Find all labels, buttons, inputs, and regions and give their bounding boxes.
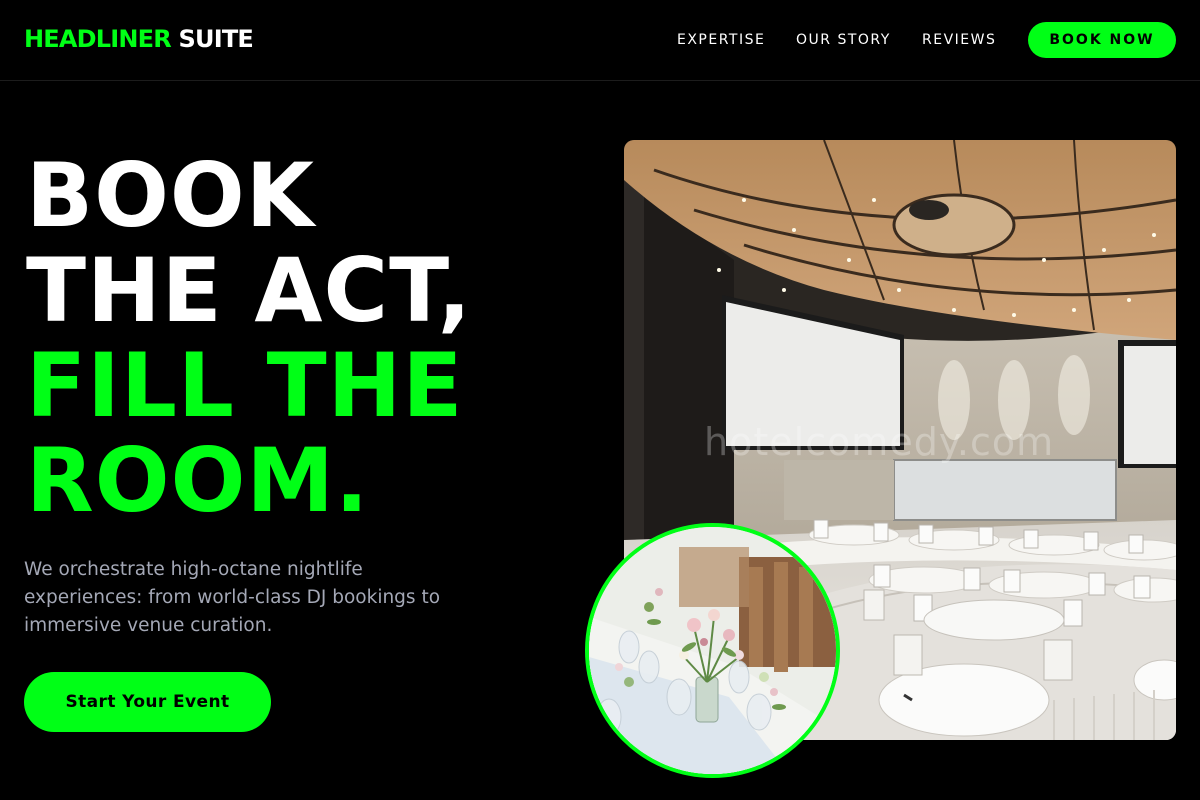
nav-link-expertise[interactable]: EXPERTISE <box>677 31 765 49</box>
page: HEADLINER SUITE EXPERTISE OUR STORY REVI… <box>0 0 1200 800</box>
nav-link-reviews[interactable]: REVIEWS <box>922 31 996 49</box>
book-now-button[interactable]: BOOK NOW <box>1028 22 1176 58</box>
brand-name-accent: HEADLINER <box>24 25 172 53</box>
headline-line-3: FILL THE <box>26 334 464 437</box>
brand-name-suffix: SUITE <box>178 25 254 53</box>
hero-description: We orchestrate high-octane nightlife exp… <box>24 559 441 636</box>
brand-logo[interactable]: HEADLINER SUITE <box>24 24 254 54</box>
table-flowers-image <box>585 523 840 778</box>
nav-link-our-story[interactable]: OUR STORY <box>796 31 891 49</box>
top-nav: HEADLINER SUITE EXPERTISE OUR STORY REVI… <box>0 0 1200 81</box>
headline-line-2: THE ACT, <box>26 239 473 342</box>
headline-line-1: BOOK <box>26 144 315 247</box>
start-event-button[interactable]: Start Your Event <box>24 672 271 732</box>
hero-headline: BOOK THE ACT, FILL THE ROOM. <box>26 148 472 528</box>
watermark-text: hotelcomedy.com <box>704 420 1055 464</box>
headline-line-4: ROOM. <box>26 429 370 532</box>
